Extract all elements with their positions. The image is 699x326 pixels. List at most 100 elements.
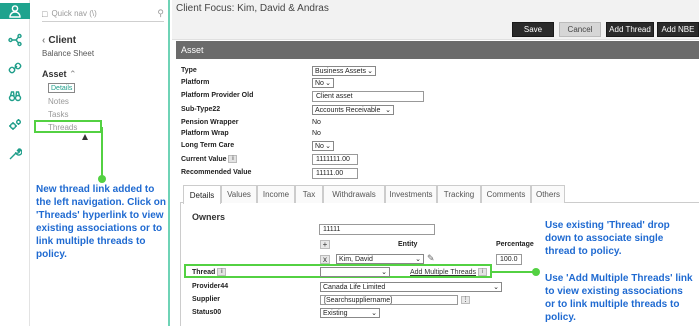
tab-details[interactable]: Details	[183, 185, 221, 204]
detail-tabs: Details Values Income Tax Withdrawals In…	[180, 185, 699, 204]
binoculars-icon[interactable]	[0, 88, 30, 104]
add-multiple-threads-text[interactable]: Add Multiple Threads	[410, 269, 476, 276]
owners-input[interactable]: 11111	[319, 224, 435, 235]
connector-dot	[532, 268, 540, 276]
connector-dot	[98, 175, 106, 183]
save-button[interactable]: Save	[512, 22, 554, 37]
gears-icon[interactable]	[0, 117, 30, 133]
edit-pencil-icon[interactable]: ✎	[427, 253, 435, 264]
tab-tracking[interactable]: Tracking	[437, 185, 481, 203]
search-placeholder: Quick nav (\)	[51, 9, 97, 18]
thread-label: Thread i	[192, 268, 227, 276]
nav-section-label: Asset	[42, 69, 67, 79]
icon-rail	[0, 0, 30, 326]
chevron-down-icon: ⌄	[493, 284, 499, 291]
tab-comments[interactable]: Comments	[481, 185, 531, 203]
nav-item-details[interactable]: Details	[48, 83, 76, 93]
back-subtitle: Balance Sheet	[42, 49, 95, 58]
cursor-arrow-icon	[82, 134, 88, 140]
link-icon[interactable]	[0, 60, 30, 76]
window-icon: □	[42, 8, 48, 19]
supplier-label: Supplier	[192, 296, 221, 303]
status00-label: Status00	[192, 309, 222, 316]
current-value-input[interactable]: 1111111.00	[312, 154, 358, 165]
long-term-care-value: No	[315, 142, 324, 150]
left-annotation: New thread link added to the left naviga…	[36, 184, 167, 260]
info-icon[interactable]: i	[228, 155, 238, 163]
supplier-input[interactable]: [Searchsuppliername]	[320, 295, 458, 305]
platform-provider-old-input[interactable]: Client asset	[312, 91, 424, 102]
entity-header: Entity	[398, 241, 418, 248]
owners-heading: Owners	[192, 212, 226, 222]
back-label: Client	[48, 35, 77, 46]
chevron-left-icon: ‹	[42, 35, 46, 46]
tab-others[interactable]: Others	[531, 185, 565, 203]
supplier-search-button[interactable]: ⋮	[461, 296, 470, 304]
threads-connector	[101, 127, 103, 177]
platform-select[interactable]: No ⌄	[312, 78, 334, 88]
current-value-label: Current Value i	[181, 155, 238, 163]
thread-select[interactable]: ⌄	[320, 267, 390, 277]
current-value-text: Current Value	[181, 155, 227, 163]
provider44-label: Provider44	[192, 283, 229, 290]
chevron-down-icon: ⌄	[325, 143, 331, 150]
recommended-value-label: Recommended Value	[181, 169, 252, 176]
status00-select[interactable]: Existing ⌄	[320, 308, 380, 318]
sub-type22-value: Accounts Receivable	[315, 106, 381, 114]
owner-percentage-input[interactable]: 100.0	[496, 254, 522, 265]
chevron-down-icon: ⌄	[381, 269, 387, 276]
threads-highlight	[34, 120, 102, 133]
platform-provider-old-label: Platform Provider Old	[181, 92, 254, 99]
add-nbe-button[interactable]: Add NBE	[657, 22, 699, 37]
thread-label-text: Thread	[192, 268, 216, 276]
add-thread-button[interactable]: Add Thread	[606, 22, 654, 37]
info-icon[interactable]: i	[217, 268, 227, 276]
right-annotation-multiple: Use 'Add Multiple Threads' link to view …	[545, 273, 693, 323]
back-link[interactable]: ‹ Client	[42, 35, 76, 46]
chevron-down-icon: ⌄	[415, 256, 421, 263]
sub-type22-select[interactable]: Accounts Receivable ⌄	[312, 105, 394, 115]
chevron-up-icon: ⌃	[69, 69, 77, 79]
recommended-value-input[interactable]: 11111.00	[312, 168, 358, 179]
tab-tax[interactable]: Tax	[295, 185, 323, 203]
cancel-button[interactable]: Cancel	[559, 22, 601, 37]
nav-section-asset[interactable]: Asset ⌃	[42, 69, 77, 80]
platform-value: No	[315, 79, 324, 87]
percentage-header: Percentage	[496, 241, 534, 248]
sub-type22-label: Sub-Type22	[181, 106, 221, 113]
owner-entity-select[interactable]: Kim, David ⌄	[336, 254, 424, 264]
network-icon[interactable]	[0, 32, 30, 48]
provider44-select[interactable]: Canada Life Limited ⌄	[320, 282, 502, 292]
tab-income[interactable]: Income	[257, 185, 295, 203]
user-icon[interactable]	[0, 3, 30, 19]
long-term-care-label: Long Term Care	[181, 142, 235, 149]
info-icon[interactable]: i	[477, 268, 487, 276]
remove-owner-button[interactable]: x	[320, 255, 330, 264]
type-label: Type	[181, 67, 197, 74]
nav-item-notes[interactable]: Notes	[48, 97, 69, 106]
platform-wrap-label: Platform Wrap	[181, 130, 229, 137]
platform-label: Platform	[181, 79, 210, 86]
status00-value: Existing	[323, 309, 348, 317]
type-select[interactable]: Business Assets ⌄	[312, 66, 376, 76]
long-term-care-select[interactable]: No ⌄	[312, 141, 334, 151]
page-title: Client Focus: Kim, David & Andras	[176, 3, 329, 14]
pension-wrapper-label: Pension Wrapper	[181, 119, 239, 126]
type-value: Business Assets	[315, 67, 366, 75]
chevron-down-icon: ⌄	[367, 68, 373, 75]
quick-nav-search[interactable]: □ Quick nav (\) ⚲	[42, 6, 164, 22]
nav-item-tasks[interactable]: Tasks	[48, 110, 68, 119]
tab-values[interactable]: Values	[221, 185, 257, 203]
chevron-down-icon: ⌄	[325, 80, 331, 87]
wrench-icon[interactable]	[0, 146, 30, 162]
search-icon[interactable]: ⚲	[157, 8, 164, 19]
right-annotation-thread: Use existing 'Thread' drop down to assoc…	[545, 220, 670, 257]
platform-wrap-value: No	[312, 130, 321, 137]
provider44-value: Canada Life Limited	[323, 283, 386, 291]
owner-entity-value: Kim, David	[339, 255, 373, 263]
tab-withdrawals[interactable]: Withdrawals	[323, 185, 385, 203]
left-navigation: □ Quick nav (\) ⚲ ‹ Client Balance Sheet …	[30, 0, 170, 326]
tab-investments[interactable]: Investments	[385, 185, 437, 203]
add-owner-button[interactable]: +	[320, 240, 330, 249]
add-multiple-threads-link[interactable]: Add Multiple Threads i	[410, 268, 487, 276]
